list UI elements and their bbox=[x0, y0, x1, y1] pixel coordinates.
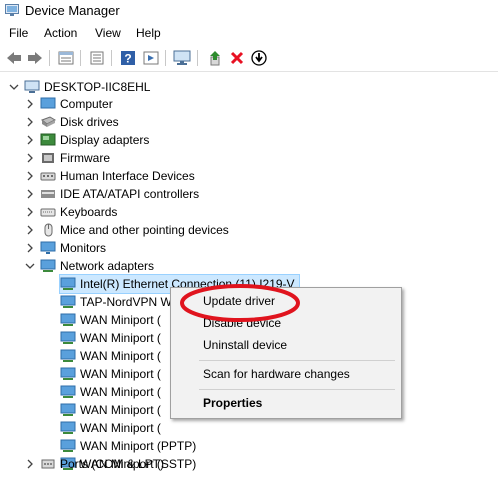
network-adapter-icon bbox=[60, 421, 76, 435]
keyboard-icon bbox=[40, 205, 56, 219]
chevron-right-icon[interactable] bbox=[24, 224, 36, 236]
properties-icon[interactable] bbox=[57, 49, 75, 67]
toolbar-separator bbox=[80, 50, 81, 66]
menu-file[interactable]: File bbox=[9, 26, 28, 40]
network-adapter-item[interactable]: WAN Miniport ( bbox=[60, 383, 161, 401]
back-icon[interactable] bbox=[5, 49, 23, 67]
context-uninstall-device[interactable]: Uninstall device bbox=[203, 338, 287, 352]
title-bar: Device Manager bbox=[0, 0, 498, 22]
network-adapter-item[interactable]: WAN Miniport ( bbox=[60, 347, 161, 365]
menu-action[interactable]: Action bbox=[44, 26, 77, 40]
port-icon bbox=[40, 457, 56, 471]
chevron-right-icon[interactable] bbox=[24, 242, 36, 254]
toolbar: ? bbox=[0, 45, 498, 72]
network-adapter-item[interactable]: WAN Miniport ( bbox=[60, 365, 161, 383]
toolbar-separator bbox=[165, 50, 166, 66]
network-adapter-item[interactable]: WAN Miniport ( bbox=[60, 401, 161, 419]
context-separator bbox=[199, 360, 395, 361]
menu-view[interactable]: View bbox=[95, 26, 121, 40]
tree-item-disk-drives[interactable]: Disk drives bbox=[24, 113, 119, 131]
context-disable-device[interactable]: Disable device bbox=[203, 316, 281, 330]
chevron-right-icon[interactable] bbox=[24, 134, 36, 146]
help-icon[interactable]: ? bbox=[119, 49, 137, 67]
uninstall-icon[interactable] bbox=[228, 49, 246, 67]
tree-item-human-interface-devices[interactable]: Human Interface Devices bbox=[24, 167, 195, 185]
tree-item-mice[interactable]: Mice and other pointing devices bbox=[24, 221, 229, 239]
chevron-down-icon[interactable] bbox=[8, 81, 20, 93]
network-adapter-item[interactable]: WAN Miniport ( bbox=[60, 329, 161, 347]
toolbar-separator bbox=[197, 50, 198, 66]
mouse-icon bbox=[40, 223, 56, 237]
chevron-right-icon[interactable] bbox=[24, 116, 36, 128]
chevron-right-icon[interactable] bbox=[24, 170, 36, 182]
hid-icon bbox=[40, 169, 56, 183]
toolbar-separator bbox=[49, 50, 50, 66]
chevron-right-icon[interactable] bbox=[24, 458, 36, 470]
tree-item-ide-controllers[interactable]: IDE ATA/ATAPI controllers bbox=[24, 185, 199, 203]
list-icon[interactable] bbox=[88, 49, 106, 67]
chevron-right-icon[interactable] bbox=[24, 188, 36, 200]
network-adapter-item[interactable]: WAN Miniport ( bbox=[60, 419, 161, 437]
monitor-icon[interactable] bbox=[173, 49, 191, 67]
network-adapter-icon bbox=[60, 439, 76, 453]
network-adapter-item[interactable]: WAN Miniport ( bbox=[60, 311, 161, 329]
svg-text:?: ? bbox=[124, 52, 131, 66]
network-adapter-icon bbox=[60, 349, 76, 363]
tree-item-display-adapters[interactable]: Display adapters bbox=[24, 131, 149, 149]
network-adapter-icon bbox=[60, 367, 76, 381]
menu-help[interactable]: Help bbox=[136, 26, 161, 40]
firmware-icon bbox=[40, 151, 56, 165]
tree-item-computer[interactable]: Computer bbox=[24, 95, 113, 113]
computer-icon bbox=[40, 97, 56, 111]
update-driver-icon[interactable] bbox=[206, 49, 224, 67]
chevron-right-icon[interactable] bbox=[24, 206, 36, 218]
download-icon[interactable] bbox=[250, 49, 268, 67]
network-adapter-icon bbox=[60, 331, 76, 345]
chevron-down-icon[interactable] bbox=[24, 260, 36, 272]
network-adapter-icon bbox=[60, 277, 76, 291]
forward-icon[interactable] bbox=[26, 49, 44, 67]
chevron-right-icon[interactable] bbox=[24, 152, 36, 164]
tree-item-monitors[interactable]: Monitors bbox=[24, 239, 106, 257]
context-scan-hardware[interactable]: Scan for hardware changes bbox=[203, 367, 350, 381]
tree-item-network-adapters[interactable]: Network adapters bbox=[24, 257, 154, 275]
monitor-icon bbox=[40, 241, 56, 255]
view-icon[interactable] bbox=[142, 49, 160, 67]
network-adapter-icon bbox=[60, 385, 76, 399]
context-separator bbox=[199, 389, 395, 390]
disk-drive-icon bbox=[40, 115, 56, 129]
network-adapter-icon bbox=[60, 403, 76, 417]
network-adapter-icon bbox=[40, 259, 56, 273]
tree-root[interactable]: DESKTOP-IIC8EHL bbox=[8, 78, 150, 96]
context-menu: Update driver Disable device Uninstall d… bbox=[170, 287, 402, 419]
network-adapter-item[interactable]: WAN Miniport (PPTP) bbox=[60, 437, 196, 455]
chevron-right-icon[interactable] bbox=[24, 98, 36, 110]
window-title: Device Manager bbox=[25, 3, 120, 18]
context-update-driver[interactable]: Update driver bbox=[203, 294, 275, 308]
menu-bar: File Action View Help bbox=[0, 24, 498, 44]
computer-icon bbox=[24, 80, 40, 94]
display-adapter-icon bbox=[40, 133, 56, 147]
tree-item-ports[interactable]: Ports (COM & LPT) bbox=[24, 455, 164, 473]
device-manager-app-icon bbox=[5, 4, 19, 16]
network-adapter-icon bbox=[60, 295, 76, 309]
toolbar-separator bbox=[111, 50, 112, 66]
ide-controller-icon bbox=[40, 187, 56, 201]
tree-item-firmware[interactable]: Firmware bbox=[24, 149, 110, 167]
tree-item-keyboards[interactable]: Keyboards bbox=[24, 203, 117, 221]
network-adapter-icon bbox=[60, 313, 76, 327]
context-properties[interactable]: Properties bbox=[203, 396, 262, 410]
